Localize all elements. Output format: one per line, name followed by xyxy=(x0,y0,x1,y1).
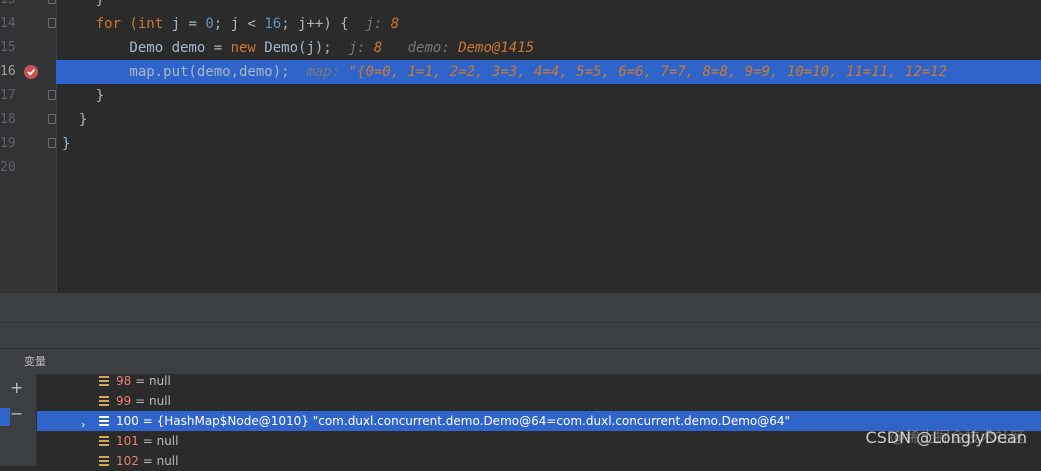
line-number: 15 xyxy=(0,40,16,55)
code-token: Demo demo = xyxy=(62,40,231,56)
variable-value: = {HashMap$Node@1010} "com.duxl.concurre… xyxy=(138,414,791,428)
code-token: j: xyxy=(348,40,374,56)
code-token: Demo(j); xyxy=(255,40,349,56)
line-number: 16 xyxy=(0,64,16,79)
code-token: } xyxy=(62,88,105,104)
code-token: demo: xyxy=(407,40,459,56)
code-token: } xyxy=(62,0,105,8)
code-token: Demo@1415 xyxy=(458,40,535,56)
code-token: for ( xyxy=(62,16,138,32)
panel-divider[interactable] xyxy=(0,292,1041,323)
variables-tree[interactable]: 98 = null 99 = null › 100 = {HashMap$Nod… xyxy=(37,371,1041,468)
code-token: j = xyxy=(163,16,206,32)
variable-name: 101 xyxy=(116,434,139,448)
add-watch-button[interactable]: + xyxy=(10,378,23,397)
code-line[interactable]: 18 } xyxy=(0,108,1041,132)
code-text: map.put(demo,demo); map: "{0=0, 1=1, 2=2… xyxy=(62,60,947,84)
code-line[interactable]: 13 } xyxy=(0,0,1041,12)
code-line[interactable]: 17 } xyxy=(0,84,1041,108)
code-line[interactable]: 14 for (int j = 0; j < 16; j++) { j: 8 xyxy=(0,12,1041,36)
variable-row[interactable]: 102 = null xyxy=(37,451,1041,471)
code-line[interactable]: 20 xyxy=(0,156,1041,180)
code-token: 16 xyxy=(264,16,282,32)
variable-row[interactable]: 99 = null xyxy=(37,391,1041,411)
variable-name: 98 xyxy=(116,374,132,388)
code-token: 8 xyxy=(373,40,408,56)
code-token: 0 xyxy=(205,16,214,32)
fold-icon[interactable] xyxy=(48,0,56,4)
line-number: 14 xyxy=(0,16,16,31)
fold-icon[interactable] xyxy=(48,90,56,100)
array-element-icon xyxy=(99,376,109,386)
code-text: } xyxy=(62,0,104,12)
array-element-icon xyxy=(99,436,109,446)
code-token: ; j < xyxy=(213,16,265,32)
fold-icon[interactable] xyxy=(48,114,56,124)
code-token: "{0=0, 1=1, 2=2, 3=3, 4=4, 5=5, 6=6, 7=7… xyxy=(348,64,948,80)
line-number: 18 xyxy=(0,112,16,127)
debug-toolbar xyxy=(0,322,1041,349)
fold-icon[interactable] xyxy=(48,138,56,148)
code-token: } xyxy=(62,112,88,128)
code-token: new xyxy=(230,40,256,56)
code-text: } xyxy=(62,108,87,132)
code-line-current[interactable]: 16 map.put(demo,demo); map: "{0=0, 1=1, … xyxy=(0,60,1041,84)
code-token: int xyxy=(137,16,164,32)
code-text: } xyxy=(62,84,104,108)
code-token: map.put(demo,demo); xyxy=(62,64,307,80)
code-text: Demo demo = new Demo(j); j: 8 demo: Demo… xyxy=(62,36,534,60)
remove-watch-button[interactable]: − xyxy=(10,404,23,423)
line-number: 19 xyxy=(0,136,16,151)
code-text: for (int j = 0; j < 16; j++) { j: 8 xyxy=(62,12,400,36)
code-token: j: xyxy=(365,16,391,32)
code-text: } xyxy=(62,132,70,156)
fold-icon[interactable] xyxy=(48,18,56,28)
variables-title: 变量 xyxy=(24,355,46,368)
line-number: 17 xyxy=(0,88,16,103)
selection-marker xyxy=(0,408,10,426)
array-element-icon xyxy=(99,396,109,406)
array-element-icon xyxy=(99,456,109,466)
code-editor[interactable]: 13 } 14 for (int j = 0; j < 16; j++) { j… xyxy=(0,0,1041,292)
code-line[interactable]: 15 Demo demo = new Demo(j); j: 8 demo: D… xyxy=(0,36,1041,60)
code-token: } xyxy=(62,136,71,152)
code-token: map: xyxy=(306,64,349,80)
variable-name: 100 xyxy=(116,414,139,428)
variable-row[interactable]: 98 = null xyxy=(37,371,1041,391)
watermark: CSDN @LonglyDean xyxy=(865,428,1027,447)
breakpoint-icon[interactable] xyxy=(24,65,38,79)
code-token: ; j++) { xyxy=(281,16,366,32)
line-number: 20 xyxy=(0,160,16,175)
variable-value: = null xyxy=(131,374,171,388)
array-element-icon xyxy=(99,416,109,426)
variable-value: = null xyxy=(131,394,171,408)
line-number: 13 xyxy=(0,0,16,12)
code-line[interactable]: 19 } xyxy=(0,132,1041,156)
variable-value: = null xyxy=(138,434,179,448)
code-token: 8 xyxy=(390,16,400,32)
variable-name: 99 xyxy=(116,394,132,408)
